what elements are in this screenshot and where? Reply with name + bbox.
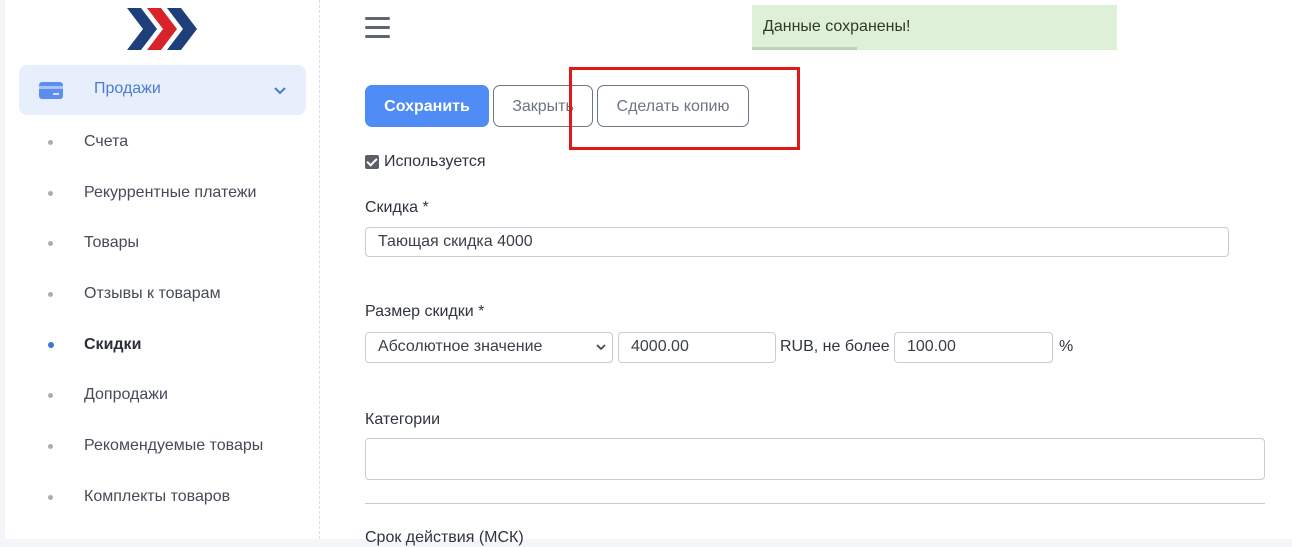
- discount-name-label: Скидка *: [365, 199, 429, 216]
- enabled-label: Используется: [384, 153, 486, 170]
- sidebar-item-invoices[interactable]: Счета: [5, 122, 305, 162]
- section-divider: [365, 503, 1265, 504]
- sidebar: Продажи Счета Рекуррентные платежи Товар…: [5, 0, 320, 539]
- bullet-icon: [48, 292, 53, 297]
- hamburger-menu-icon[interactable]: [365, 17, 390, 39]
- categories-input[interactable]: [365, 438, 1265, 480]
- sidebar-item-label: Рекуррентные платежи: [84, 184, 257, 201]
- bullet-icon: [48, 495, 53, 500]
- discount-name-input[interactable]: Тающая скидка 4000: [365, 227, 1229, 257]
- sidebar-item-label: Допродажи: [84, 386, 168, 403]
- sidebar-group-sales[interactable]: Продажи: [19, 65, 306, 115]
- sidebar-item-product-reviews[interactable]: Отзывы к товарам: [5, 274, 305, 314]
- bullet-icon: [48, 241, 53, 246]
- credit-card-icon: [39, 82, 63, 99]
- toast-progress-bar: [752, 47, 857, 50]
- main-content: Данные сохранены! Сохранить Закрыть Сдел…: [320, 0, 1292, 546]
- sidebar-item-label: Скидки: [84, 336, 142, 353]
- sidebar-item-label: Рекомендуемые товары: [84, 437, 264, 454]
- brand-logo[interactable]: [127, 8, 199, 50]
- bullet-icon: [48, 393, 53, 398]
- toast-message: Данные сохранены!: [763, 18, 911, 35]
- sidebar-item-product-bundles[interactable]: Комплекты товаров: [5, 477, 305, 517]
- chevron-down-icon: [596, 344, 606, 351]
- chevron-down-icon[interactable]: [273, 83, 287, 97]
- discount-type-select[interactable]: Абсолютное значение: [365, 332, 613, 363]
- bullet-icon: [48, 191, 53, 196]
- discount-amount-input[interactable]: 4000.00: [618, 332, 776, 363]
- sidebar-item-recurring-payments[interactable]: Рекуррентные платежи: [5, 173, 305, 213]
- enabled-checkbox-row[interactable]: Используется: [365, 153, 486, 171]
- success-toast: Данные сохранены!: [752, 5, 1117, 50]
- sidebar-item-label: Счета: [84, 133, 129, 150]
- sidebar-group-label: Продажи: [94, 80, 161, 97]
- categories-label: Категории: [365, 411, 441, 428]
- sidebar-item-upsells[interactable]: Допродажи: [5, 375, 305, 415]
- sidebar-item-label: Комплекты товаров: [84, 488, 231, 505]
- max-percent-input[interactable]: 100.00: [894, 332, 1053, 363]
- sidebar-item-discounts[interactable]: Скидки: [5, 325, 305, 365]
- sidebar-item-label: Отзывы к товарам: [84, 285, 221, 302]
- discount-size-label: Размер скидки *: [365, 303, 485, 320]
- bullet-icon: [48, 444, 53, 449]
- currency-limit-text: RUB, не более: [780, 338, 890, 355]
- close-button[interactable]: Закрыть: [493, 85, 593, 127]
- bullet-icon: [48, 342, 54, 348]
- make-copy-button[interactable]: Сделать копию: [597, 85, 749, 127]
- discount-type-value: Абсолютное значение: [378, 338, 543, 355]
- percent-sign: %: [1059, 338, 1074, 355]
- sidebar-item-recommended-products[interactable]: Рекомендуемые товары: [5, 426, 305, 466]
- bullet-icon: [48, 140, 53, 145]
- save-button[interactable]: Сохранить: [365, 85, 489, 127]
- enabled-checkbox[interactable]: [365, 155, 379, 169]
- validity-period-label: Срок действия (МСК): [365, 529, 524, 546]
- sidebar-item-products[interactable]: Товары: [5, 223, 305, 263]
- sidebar-item-label: Товары: [84, 234, 140, 251]
